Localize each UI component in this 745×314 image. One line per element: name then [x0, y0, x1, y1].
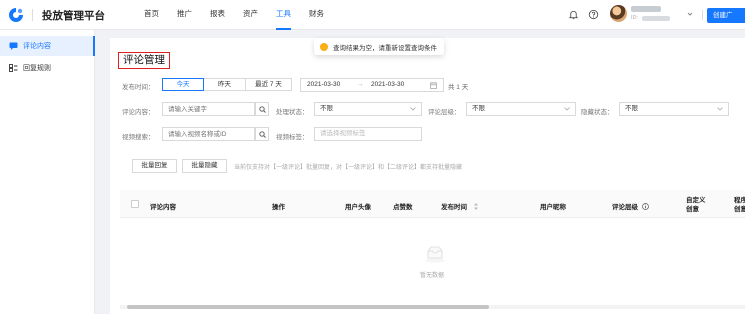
bell-icon[interactable] — [568, 9, 579, 20]
nav-tools[interactable]: 工具 — [276, 0, 291, 30]
column-publish-time[interactable]: 发布时间 — [441, 201, 478, 211]
time-option-last-7-days[interactable]: 最近 7 天 — [246, 78, 292, 91]
chevron-down-icon[interactable] — [686, 10, 694, 18]
process-status-select[interactable]: 不限 — [314, 102, 422, 116]
chevron-down-icon — [564, 107, 570, 111]
comment-level-label: 评论层级： — [428, 109, 461, 116]
batch-hide-button[interactable]: 批量隐藏 — [182, 159, 227, 173]
scrollbar-thumb[interactable] — [127, 305, 489, 309]
column-actions: 操作 — [272, 204, 285, 211]
app-title: 投放管理平台 — [42, 10, 105, 22]
comment-icon — [9, 42, 18, 50]
date-start: 2021-03-30 — [307, 81, 341, 88]
info-icon[interactable] — [641, 203, 649, 210]
main-nav: 首页 推广 报表 资产 工具 财务 — [144, 0, 342, 30]
sidebar-item-label: 评论内容 — [23, 43, 51, 50]
empty-box-icon — [425, 246, 445, 263]
search-icon — [259, 106, 266, 113]
video-search-label: 视频搜索： — [122, 134, 155, 141]
nav-home[interactable]: 首页 — [144, 0, 159, 30]
time-option-yesterday[interactable]: 昨天 — [204, 78, 246, 91]
date-end: 2021-03-30 — [371, 81, 405, 88]
video-tag-select[interactable]: 请选择视频标签 — [314, 127, 422, 141]
sidebar-item-label: 回复规则 — [23, 65, 51, 72]
time-option-today[interactable]: 今天 — [162, 78, 204, 91]
nav-reports[interactable]: 报表 — [210, 0, 225, 30]
sort-icon — [473, 203, 478, 210]
column-custom-creative: 自定义创意 — [686, 197, 706, 213]
date-span-text: 共 1 天 — [448, 84, 469, 91]
search-icon — [259, 131, 266, 138]
select-all-checkbox[interactable] — [131, 200, 139, 208]
chevron-down-icon — [717, 107, 723, 111]
comment-level-value: 不限 — [472, 105, 485, 112]
calendar-icon — [430, 82, 437, 89]
column-user-avatar: 用户头像 — [345, 204, 371, 211]
comment-keyword-input[interactable] — [162, 102, 255, 116]
header-divider — [702, 10, 703, 20]
user-id-label: ID: — [631, 15, 639, 21]
rule-icon — [9, 64, 18, 72]
user-id-redacted — [642, 16, 670, 21]
top-bar: 投放管理平台 首页 推广 报表 资产 工具 财务 ID: 创建广 — [0, 0, 745, 30]
column-comment-level-label: 评论层级 — [612, 204, 638, 211]
comment-content-label: 评论内容： — [122, 109, 155, 116]
chevron-down-icon — [410, 107, 416, 111]
column-likes: 点赞数 — [393, 204, 413, 211]
sidebar-item-reply-rules[interactable]: 回复规则 — [0, 58, 95, 78]
column-programmatic-creative: 程序化创意 — [734, 197, 745, 213]
date-range-picker[interactable]: 2021-03-30 → 2021-03-30 — [300, 78, 444, 92]
date-range-separator: → — [357, 81, 364, 88]
nav-promotion[interactable]: 推广 — [177, 0, 192, 30]
comment-search-button[interactable] — [255, 102, 269, 116]
batch-action-hint: 当前仅支持对【一级评论】批量回复，对【一级评论】和【二级评论】都支持批量隐藏 — [234, 165, 463, 171]
batch-reply-button[interactable]: 批量回复 — [132, 159, 177, 173]
nav-assets[interactable]: 资产 — [243, 0, 258, 30]
sidebar-item-comments[interactable]: 评论内容 — [0, 36, 95, 56]
process-status-label: 处理状态： — [276, 109, 309, 116]
toast-message: 查询结果为空，请重新设置查询条件 — [333, 44, 437, 52]
process-status-value: 不限 — [320, 105, 333, 112]
column-comment-content: 评论内容 — [150, 204, 176, 211]
page-title: 评论管理 — [118, 52, 170, 69]
logo-divider — [32, 9, 33, 21]
column-publish-time-label: 发布时间 — [441, 204, 467, 211]
video-search-input[interactable] — [162, 127, 255, 141]
comment-level-select[interactable]: 不限 — [466, 102, 576, 116]
empty-state-text: 暂无数据 — [420, 273, 445, 279]
user-avatar[interactable] — [610, 5, 627, 22]
user-name-redacted — [631, 6, 661, 12]
sidebar: 评论内容 回复规则 — [0, 30, 95, 314]
warning-icon — [320, 42, 328, 51]
help-icon[interactable] — [588, 9, 599, 20]
video-tag-label: 视频标签： — [276, 134, 309, 141]
hidden-status-select[interactable]: 不限 — [619, 102, 729, 116]
hidden-status-label: 隐藏状态： — [581, 109, 614, 116]
column-comment-level: 评论层级 — [612, 201, 649, 211]
empty-result-toast: 查询结果为空，请重新设置查询条件 — [314, 38, 444, 55]
create-ad-button[interactable]: 创建广 — [707, 8, 745, 23]
logo-icon — [9, 8, 23, 22]
hidden-status-value: 不限 — [625, 105, 638, 112]
column-user-nickname: 用户昵称 — [540, 204, 566, 211]
nav-finance[interactable]: 财务 — [309, 0, 324, 30]
publish-time-label: 发布时间： — [122, 84, 155, 91]
video-search-button[interactable] — [255, 127, 269, 141]
table-header — [120, 190, 745, 218]
